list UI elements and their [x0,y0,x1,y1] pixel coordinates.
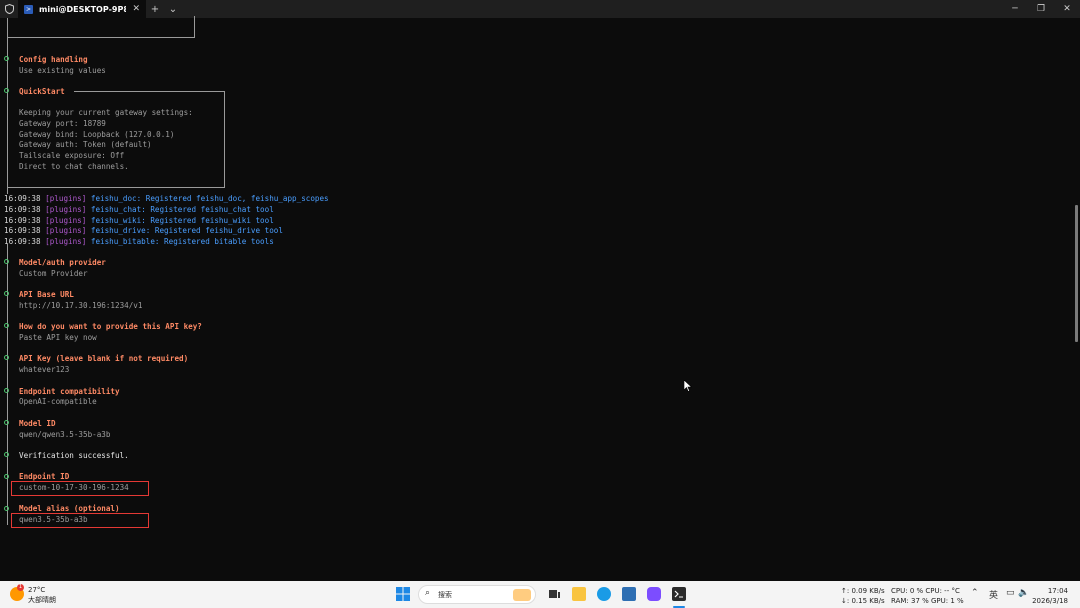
quickstart-line: Gateway port: 18789 [19,119,106,128]
step-dot-icon [4,506,9,511]
volume-icon[interactable]: 🔈 [1018,588,1029,598]
previous-box-border [7,16,195,38]
network-speed: ↑: 0.09 KB/s ↓: 0.15 KB/s [841,587,885,605]
tab-close-icon[interactable]: ✕ [132,4,140,14]
taskbar-search[interactable]: ⌕ 搜索 [418,585,536,604]
tray-overflow-icon[interactable]: ⌃ [971,588,979,598]
quickstart-line: Direct to chat channels. [19,162,129,171]
gutter-line [7,244,8,525]
model-provider-header: Model/auth provider [19,258,106,267]
log-line: 16:09:38 [plugins] feishu_doc: Registere… [4,194,329,203]
edge-browser-icon[interactable] [597,587,611,601]
api-key-method-value: Paste API key now [19,333,97,342]
step-dot-icon [4,452,9,457]
tab-dropdown-button[interactable]: ⌄ [164,4,182,15]
task-view-icon[interactable] [547,587,561,601]
step-dot-icon [4,355,9,360]
quickstart-line: Gateway auth: Token (default) [19,140,152,149]
log-line: 16:09:38 [plugins] feishu_bitable: Regis… [4,237,274,246]
store-icon[interactable] [622,587,636,601]
start-icon[interactable] [396,587,410,601]
api-base-url-value: http://10.17.30.196:1234/v1 [19,301,143,310]
weather-description[interactable]: 大部晴朗 [28,595,56,605]
api-key-header: API Key (leave blank if not required) [19,354,189,363]
close-button[interactable]: ✕ [1054,0,1080,18]
network-icon[interactable]: ▭ [1006,588,1015,598]
taskbar: 1 27°C 大部晴朗 ⌕ 搜索 ↑: 0.09 KB/s ↓: 0.15 KB… [0,581,1080,608]
step-dot-icon [4,474,9,479]
weather-temperature[interactable]: 27°C [28,586,45,594]
terminal-icon: > [24,4,33,14]
quickstart-box-top [74,91,224,92]
maximize-button[interactable]: ❐ [1028,0,1054,18]
search-highlight-icon [513,589,531,601]
minimize-button[interactable]: ─ [1002,0,1028,18]
mouse-cursor-icon [684,380,692,392]
config-handling-header: Config handling [19,55,88,64]
tab-title: mini@DESKTOP-9P88TLM: /m [39,4,127,14]
terminal-output[interactable]: Config handling Use existing values Quic… [0,16,1072,581]
model-provider-value: Custom Provider [19,269,88,278]
model-id-value: qwen/qwen3.5-35b-a3b [19,430,111,439]
app-icon[interactable] [647,587,661,601]
system-monitor: CPU: 0 % CPU: -- °C RAM: 37 % GPU: 1 % [891,587,964,605]
step-dot-icon [4,323,9,328]
model-id-header: Model ID [19,419,56,428]
endpoint-compat-value: OpenAI-compatible [19,397,97,406]
terminal-app-icon[interactable] [672,587,686,601]
file-explorer-icon[interactable] [572,587,586,601]
step-dot-icon [4,388,9,393]
highlight-box [11,513,149,528]
api-key-method-header: How do you want to provide this API key? [19,322,202,331]
step-dot-icon [4,420,9,425]
verification-message: Verification successful. [19,451,129,460]
new-tab-button[interactable]: + [146,4,164,15]
log-line: 16:09:38 [plugins] feishu_chat: Register… [4,205,274,214]
api-base-url-header: API Base URL [19,290,74,299]
search-placeholder: 搜索 [438,591,452,599]
highlight-box [11,481,149,496]
quickstart-line: Tailscale exposure: Off [19,151,125,160]
search-icon: ⌕ [425,588,431,598]
quickstart-line: Keeping your current gateway settings: [19,108,193,117]
terminal-scrollbar[interactable] [1075,205,1078,342]
step-dot-icon [4,259,9,264]
step-dot-icon [4,56,9,61]
api-key-value: whatever123 [19,365,70,374]
ime-indicator[interactable]: 英 [989,588,998,601]
clock[interactable]: 17:04 2026/3/18 [1032,586,1068,606]
config-handling-value: Use existing values [19,66,106,75]
notification-badge: 1 [17,584,24,591]
log-line: 16:09:38 [plugins] feishu_drive: Registe… [4,226,283,235]
quickstart-title: QuickStart [19,87,65,96]
step-dot-icon [4,291,9,296]
